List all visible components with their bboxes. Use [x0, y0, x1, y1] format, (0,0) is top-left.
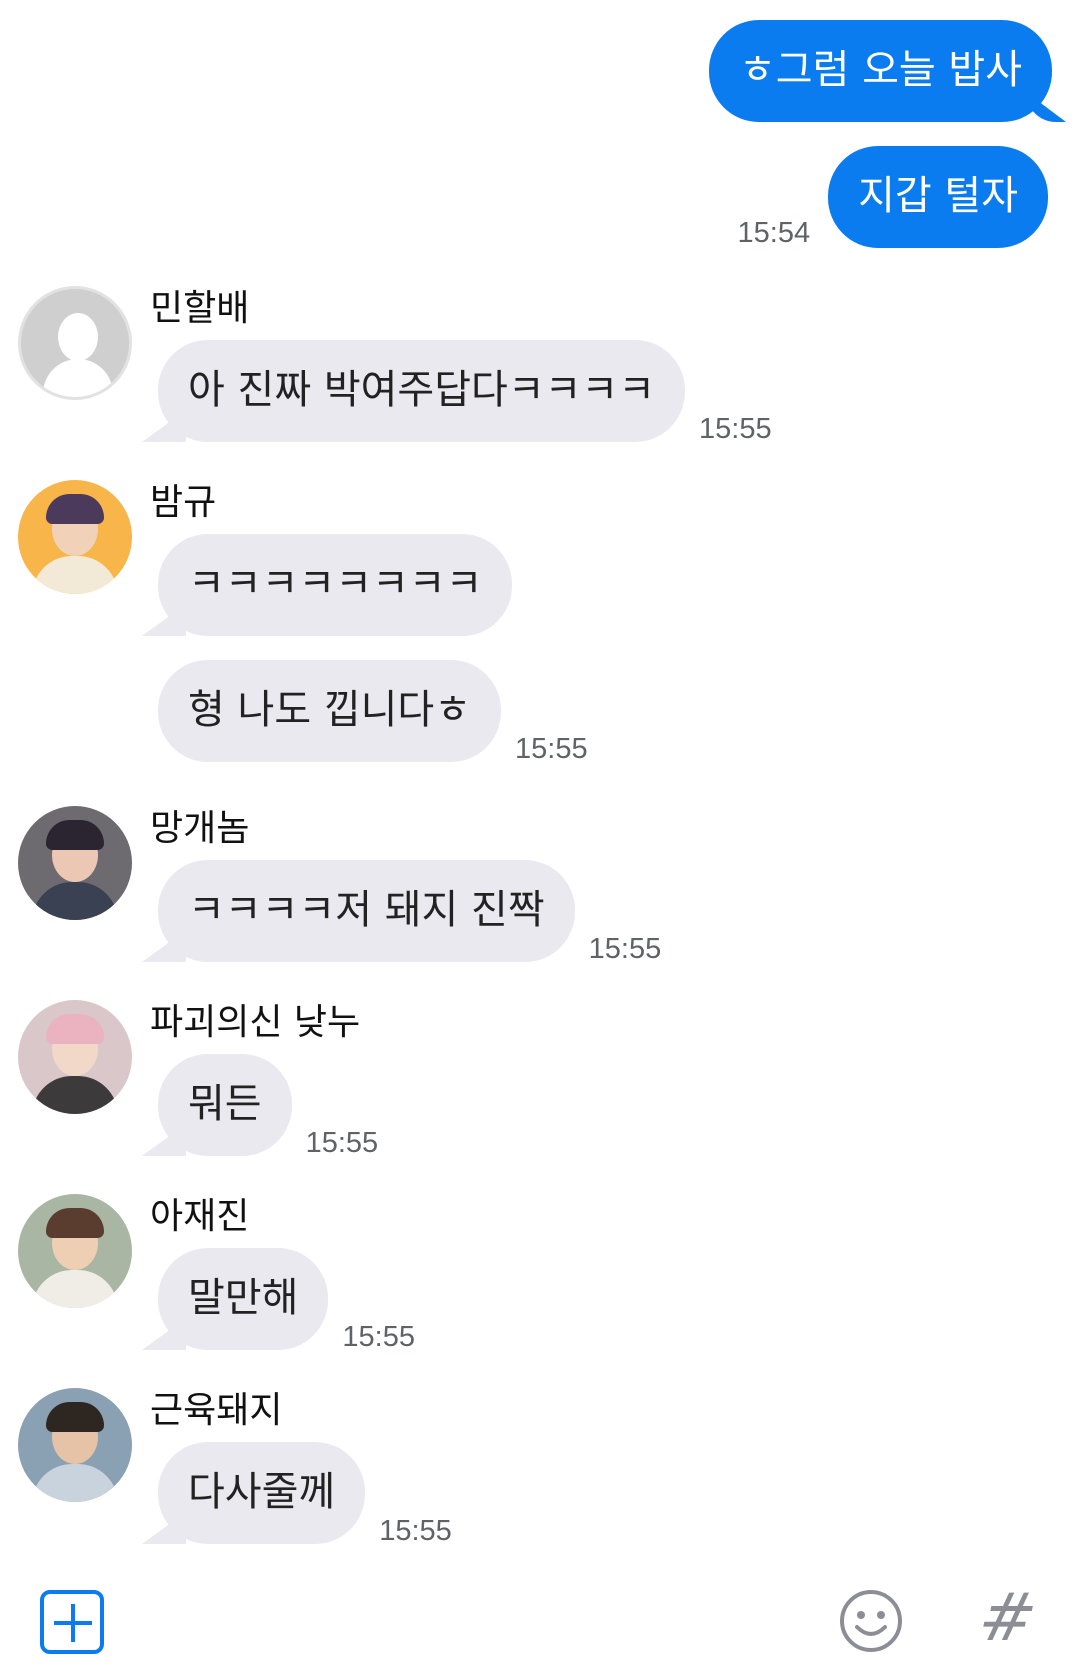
incoming-message-bubble[interactable]: ㅋㅋㅋㅋㅋㅋㅋㅋ	[158, 534, 513, 636]
sender-name: 아재진	[150, 1196, 250, 1237]
sender-name: 망개놈	[150, 808, 250, 849]
incoming-message-bubble[interactable]: ㅋㅋㅋㅋ저 돼지 진짝	[158, 860, 575, 962]
chat-thread[interactable]: ㅎ그럼 오늘 밥사 15:54 지갑 털자 민할배 아 진짜 박여주답다ㅋㅋㅋㅋ…	[0, 0, 1080, 1560]
avatar-photo[interactable]	[18, 1388, 132, 1502]
sender-name: 근육돼지	[150, 1390, 283, 1431]
incoming-message-row: 말만해 15:55	[158, 1248, 415, 1353]
message-timestamp: 15:55	[515, 733, 588, 765]
hashtag-icon[interactable]: #	[972, 1579, 1044, 1656]
avatar-photo[interactable]	[18, 1000, 132, 1114]
avatar-photo[interactable]	[18, 806, 132, 920]
message-timestamp: 15:55	[305, 1127, 379, 1159]
incoming-message-bubble[interactable]: 다사줄께	[158, 1442, 366, 1544]
avatar-photo[interactable]	[18, 1194, 132, 1308]
incoming-message-row: 뭐든 15:55	[158, 1054, 378, 1159]
incoming-message-bubble[interactable]: 아 진짜 박여주답다ㅋㅋㅋㅋ	[158, 340, 686, 442]
incoming-message-row: ㅋㅋㅋㅋ저 돼지 진짝 15:55	[158, 860, 661, 965]
incoming-message-bubble[interactable]: 말만해	[158, 1248, 329, 1350]
sender-name: 민할배	[150, 288, 250, 329]
message-timestamp: 15:55	[588, 933, 662, 965]
emoji-icon[interactable]	[838, 1588, 904, 1654]
message-timestamp: 15:54	[737, 217, 811, 249]
message-timestamp: 15:55	[342, 1321, 415, 1353]
plus-icon[interactable]	[40, 1590, 104, 1654]
incoming-message-row: 다사줄께 15:55	[158, 1442, 452, 1547]
avatar-photo[interactable]	[18, 480, 132, 594]
incoming-message-bubble[interactable]: 형 나도 낍니다ㅎ	[158, 660, 502, 762]
outgoing-message-bubble[interactable]: 지갑 털자	[828, 146, 1048, 248]
incoming-message-row: 형 나도 낍니다ㅎ 15:55	[158, 660, 588, 765]
outgoing-message-bubble[interactable]: ㅎ그럼 오늘 밥사	[708, 20, 1052, 122]
incoming-message-row: 아 진짜 박여주답다ㅋㅋㅋㅋ 15:55	[158, 340, 772, 445]
outgoing-message-row: 15:54 지갑 털자	[737, 146, 1048, 249]
message-timestamp: 15:55	[699, 413, 772, 445]
sender-name: 밤규	[150, 482, 217, 523]
bottom-toolbar: #	[0, 1560, 1080, 1680]
message-timestamp: 15:55	[379, 1515, 452, 1547]
sender-name: 파괴의신 낮누	[150, 1002, 361, 1043]
incoming-message-bubble[interactable]: 뭐든	[158, 1054, 292, 1156]
outgoing-message-row: ㅎ그럼 오늘 밥사	[708, 20, 1052, 122]
avatar-default-icon[interactable]	[18, 286, 132, 400]
incoming-message-row: ㅋㅋㅋㅋㅋㅋㅋㅋ	[158, 534, 513, 636]
